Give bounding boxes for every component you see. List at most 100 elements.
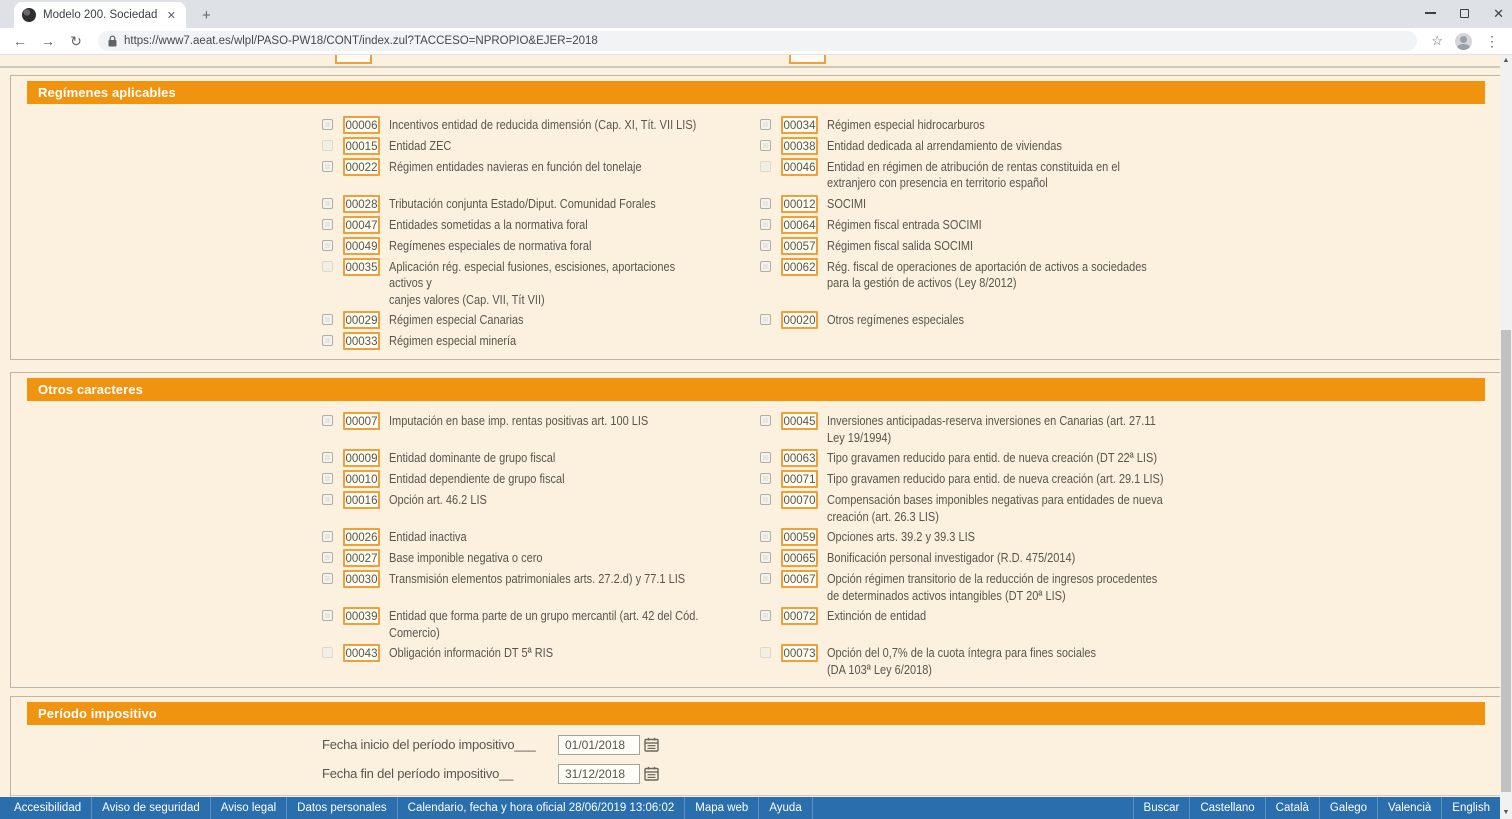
scrollbar-thumb[interactable] (1501, 330, 1511, 792)
code-box-00046: 00046 (781, 158, 818, 176)
form-row: 00007Imputación en base imp. rentas posi… (11, 411, 1501, 448)
row-label: Bonificación personal investigador (R.D.… (827, 549, 1420, 567)
back-icon[interactable]: ← (8, 33, 32, 49)
period-start-row: Fecha inicio del período impositivo___ (322, 734, 1501, 756)
row-label: Inversiones anticipadas-reserva inversio… (827, 412, 1420, 446)
period-end-input[interactable] (558, 764, 640, 784)
checkbox-00022[interactable] (322, 161, 333, 172)
row-label: Régimen fiscal salida SOCIMI (827, 237, 1420, 255)
footer-link[interactable]: Galego (1319, 797, 1377, 819)
calendar-icon[interactable] (644, 736, 662, 754)
footer-link[interactable]: Castellano (1189, 797, 1264, 819)
code-box-00012: 00012 (781, 195, 818, 213)
row-label: Opción art. 46.2 LIS (389, 491, 707, 509)
checkbox-00047[interactable] (322, 219, 333, 230)
new-tab-button[interactable]: + (196, 7, 217, 28)
checkbox-00072[interactable] (760, 610, 771, 621)
checkbox-00064[interactable] (760, 219, 771, 230)
form-cell: 00034Régimen especial hidrocarburos (750, 114, 1501, 135)
footer-link[interactable]: Català (1265, 797, 1319, 819)
row-label: Entidad que forma parte de un grupo merc… (389, 607, 707, 641)
footer-link[interactable]: Buscar (1133, 797, 1190, 819)
checkbox-00067[interactable] (760, 573, 771, 584)
url-bar[interactable]: https://www7.aeat.es/wlpl/PASO-PW18/CONT… (98, 31, 1417, 51)
checkbox-00034[interactable] (760, 119, 771, 130)
checkbox-00070[interactable] (760, 494, 771, 505)
checkbox-00038[interactable] (760, 140, 771, 151)
checkbox-00006[interactable] (322, 119, 333, 130)
browser-window: Modelo 200. Sociedades 2018 ✕ + ✕ ← → ↻ … (0, 0, 1512, 819)
checkbox-00029[interactable] (322, 314, 333, 325)
scroll-down-icon[interactable]: ▼ (1500, 807, 1512, 819)
browser-tab[interactable]: Modelo 200. Sociedades 2018 ✕ (14, 2, 186, 28)
footer-link[interactable]: Valencià (1377, 797, 1441, 819)
aeat-favicon-icon (22, 8, 36, 22)
code-box-00049: 00049 (343, 237, 380, 255)
window-close-icon[interactable]: ✕ (1493, 7, 1504, 20)
profile-avatar[interactable] (1455, 33, 1472, 50)
forward-icon[interactable]: → (36, 33, 60, 49)
divider (0, 66, 1512, 68)
footer-link[interactable]: Datos personales (287, 797, 398, 819)
checkbox-00020[interactable] (760, 314, 771, 325)
scroll-up-icon[interactable]: ▲ (1500, 55, 1512, 67)
code-box-00028: 00028 (343, 195, 380, 213)
form-row: 00033Régimen especial minería (11, 331, 1501, 352)
form-cell: 00065 Bonificación personal investigador … (750, 548, 1501, 569)
form-row: 00015Entidad ZEC00038Entidad dedicada al… (11, 135, 1501, 156)
row-label: Entidad ZEC (389, 137, 707, 155)
row-label: Régimen especial minería (389, 332, 707, 350)
tab-bar: Modelo 200. Sociedades 2018 ✕ + ✕ (0, 0, 1512, 28)
calendar-icon[interactable] (644, 765, 662, 783)
checkbox-00015 (322, 140, 333, 151)
footer-link[interactable]: Mapa web (685, 797, 759, 819)
tab-close-icon[interactable]: ✕ (165, 9, 178, 22)
form-cell: 00007Imputación en base imp. rentas posi… (11, 411, 750, 448)
checkbox-00071[interactable] (760, 473, 771, 484)
checkbox-00045[interactable] (760, 415, 771, 426)
checkbox-00049[interactable] (322, 240, 333, 251)
checkbox-00012[interactable] (760, 198, 771, 209)
checkbox-00010[interactable] (322, 473, 333, 484)
checkbox-00009[interactable] (322, 452, 333, 463)
checkbox-00057[interactable] (760, 240, 771, 251)
checkbox-00062[interactable] (760, 261, 771, 272)
checkbox-00039[interactable] (322, 610, 333, 621)
footer-link[interactable]: Accesibilidad (4, 797, 92, 819)
checkbox-00016[interactable] (322, 494, 333, 505)
vertical-scrollbar[interactable]: ▲ ▼ (1500, 55, 1512, 819)
checkbox-00030[interactable] (322, 573, 333, 584)
window-minimize-icon[interactable] (1425, 12, 1436, 14)
menu-dots-icon[interactable]: ⋮ (1480, 33, 1504, 50)
window-restore-icon[interactable] (1460, 9, 1469, 18)
form-cell: 00035Aplicación rég. especial fusiones, … (11, 256, 750, 310)
reload-icon[interactable]: ↻ (64, 33, 88, 50)
checkbox-00033[interactable] (322, 335, 333, 346)
form-cell: 00039Entidad que forma parte de un grupo… (11, 606, 750, 643)
checkbox-00027[interactable] (322, 552, 333, 563)
checkbox-panel: Regímenes aplicables 00006Incentivos ent… (10, 75, 1502, 360)
checkbox-00007[interactable] (322, 415, 333, 426)
window-controls: ✕ (1425, 0, 1504, 26)
checkbox-00065[interactable] (760, 552, 771, 563)
footer-link[interactable]: Ayuda (759, 797, 812, 819)
checkbox-00028[interactable] (322, 198, 333, 209)
checkbox-panel: Otros caracteres 00007Imputación en base… (10, 372, 1502, 688)
form-row: 00035Aplicación rég. especial fusiones, … (11, 256, 1501, 310)
code-box-00065: 00065 (781, 549, 818, 567)
footer-link[interactable]: Aviso legal (211, 797, 287, 819)
period-start-input[interactable] (558, 735, 640, 755)
checkbox-00026[interactable] (322, 531, 333, 542)
form-row: 00022Régimen entidades navieras en funci… (11, 156, 1501, 193)
code-box-00010: 00010 (343, 470, 380, 488)
code-box-00059: 00059 (781, 528, 818, 546)
form-cell: 00063Tipo gravamen reducido para entid. … (750, 448, 1501, 469)
row-label: Entidad en régimen de atribución de rent… (827, 158, 1420, 192)
footer-link[interactable]: Aviso de seguridad (92, 797, 211, 819)
checkbox-00059[interactable] (760, 531, 771, 542)
footer-link[interactable]: English (1441, 797, 1500, 819)
bookmark-star-icon[interactable]: ☆ (1427, 33, 1447, 49)
footer-link[interactable]: Calendario, fecha y hora oficial 28/06/2… (398, 797, 686, 819)
form-cell: 00047Entidades sometidas a la normativa … (11, 214, 750, 235)
checkbox-00063[interactable] (760, 452, 771, 463)
